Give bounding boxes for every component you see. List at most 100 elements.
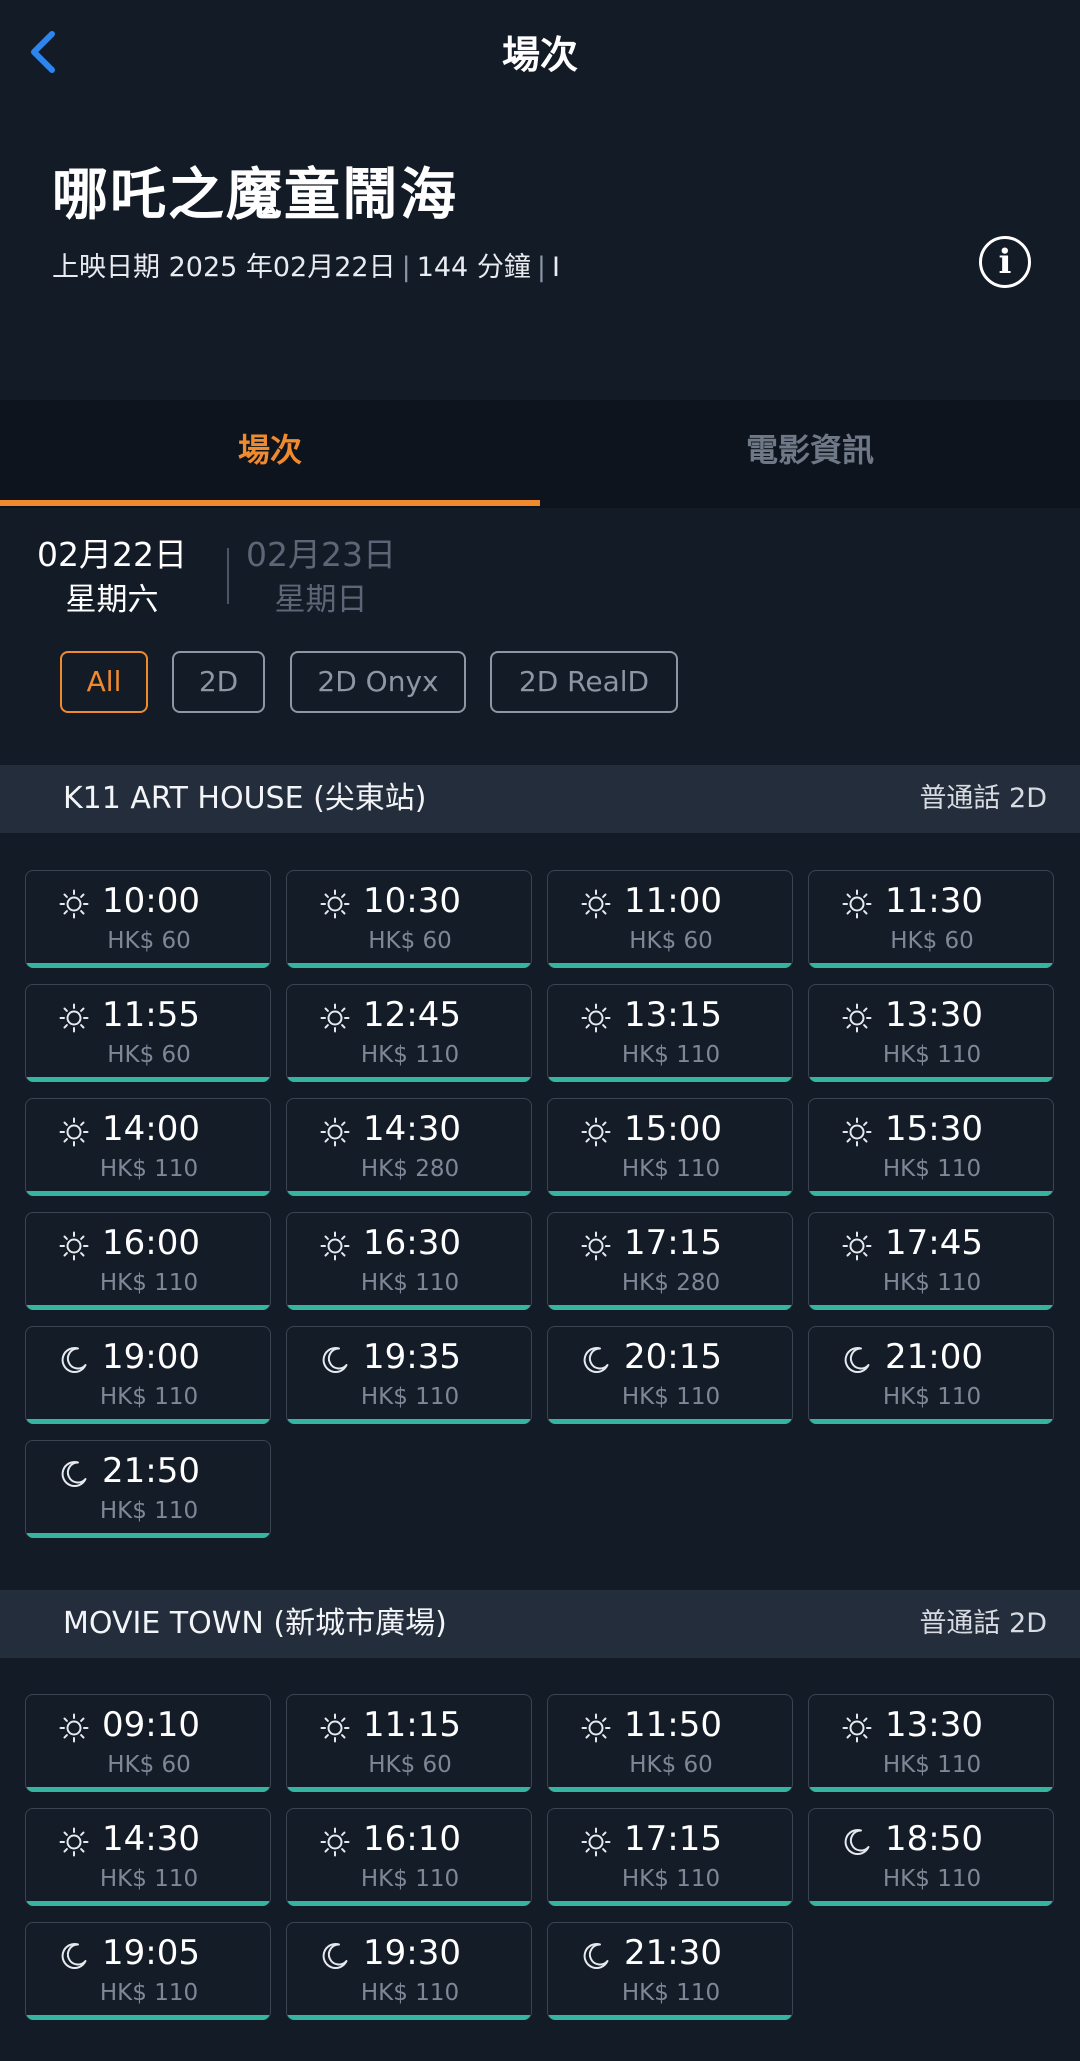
showtime-button[interactable]: 19:00 HK$ 110	[25, 1326, 271, 1424]
date-option-0223[interactable]: 02月23日 星期日	[241, 532, 401, 622]
info-icon: i	[998, 242, 1012, 282]
top-nav-bar: 場次	[0, 0, 1080, 100]
showtime-button[interactable]: 12:45 HK$ 110	[286, 984, 532, 1082]
availability-bar	[26, 1901, 270, 1906]
showtime-price: HK$ 110	[882, 1752, 982, 1778]
showtime-time: 16:10	[363, 1819, 461, 1859]
showtime-button[interactable]: 11:30 HK$ 60	[808, 870, 1054, 968]
tab-showtimes[interactable]: 場次	[0, 400, 540, 500]
showtime-button[interactable]: 15:00 HK$ 110	[547, 1098, 793, 1196]
sun-icon	[581, 889, 611, 919]
showtime-button[interactable]: 14:30 HK$ 280	[286, 1098, 532, 1196]
showtime-button[interactable]: 11:50 HK$ 60	[547, 1694, 793, 1792]
filter-2d-reald[interactable]: 2D RealD	[490, 651, 678, 713]
showtime-button[interactable]: 10:00 HK$ 60	[25, 870, 271, 968]
showtime-button[interactable]: 13:15 HK$ 110	[547, 984, 793, 1082]
meta-divider: |	[536, 252, 546, 283]
showtime-price: HK$ 60	[107, 1042, 191, 1068]
showtime-time: 13:30	[885, 995, 983, 1035]
showtime-button[interactable]: 16:00 HK$ 110	[25, 1212, 271, 1310]
showtime-price: HK$ 110	[360, 1042, 460, 1068]
active-tab-indicator	[0, 500, 540, 506]
showtime-button[interactable]: 18:50 HK$ 110	[808, 1808, 1054, 1906]
showtime-button[interactable]: 21:30 HK$ 110	[547, 1922, 793, 2020]
showtime-button[interactable]: 19:05 HK$ 110	[25, 1922, 271, 2020]
moon-icon	[581, 1941, 611, 1971]
showtime-time: 17:15	[624, 1223, 722, 1263]
showtime-time: 16:00	[102, 1223, 200, 1263]
info-button[interactable]: i	[979, 236, 1031, 288]
showtime-button[interactable]: 17:15 HK$ 110	[547, 1808, 793, 1906]
showtime-button[interactable]: 21:00 HK$ 110	[808, 1326, 1054, 1424]
showtime-button[interactable]: 16:10 HK$ 110	[286, 1808, 532, 1906]
date-divider	[227, 548, 229, 604]
sun-icon	[320, 1117, 350, 1147]
showtime-button[interactable]: 14:30 HK$ 110	[25, 1808, 271, 1906]
showtime-button[interactable]: 14:00 HK$ 110	[25, 1098, 271, 1196]
filter-all[interactable]: All	[60, 651, 148, 713]
availability-bar	[548, 1191, 792, 1196]
showtime-button[interactable]: 16:30 HK$ 110	[286, 1212, 532, 1310]
weekday-label: 星期六	[65, 582, 159, 618]
showtime-price: HK$ 110	[360, 1980, 460, 2006]
showtime-time: 11:00	[624, 881, 722, 921]
moon-icon	[59, 1459, 89, 1489]
showtime-button[interactable]: 15:30 HK$ 110	[808, 1098, 1054, 1196]
showtime-price: HK$ 110	[360, 1866, 460, 1892]
showtime-time: 19:05	[102, 1933, 200, 1973]
cinema-header: MOVIE TOWN (新城市廣場) 普通話 2D	[0, 1590, 1080, 1658]
showtime-price: HK$ 110	[99, 1270, 199, 1296]
showtime-button[interactable]: 11:00 HK$ 60	[547, 870, 793, 968]
availability-bar	[26, 1305, 270, 1310]
showtime-button[interactable]: 17:45 HK$ 110	[808, 1212, 1054, 1310]
showtime-price: HK$ 60	[107, 928, 191, 954]
cinema-name: K11 ART HOUSE (尖東站)	[63, 781, 427, 816]
sun-icon	[320, 889, 350, 919]
moon-icon	[320, 1345, 350, 1375]
availability-bar	[809, 1305, 1053, 1310]
availability-bar	[548, 1787, 792, 1792]
showtime-time: 13:15	[624, 995, 722, 1035]
showtime-button[interactable]: 19:30 HK$ 110	[286, 1922, 532, 2020]
showtime-button[interactable]: 09:10 HK$ 60	[25, 1694, 271, 1792]
availability-bar	[26, 1077, 270, 1082]
availability-bar	[548, 1305, 792, 1310]
tab-movie-info[interactable]: 電影資訊	[540, 400, 1080, 500]
showtime-button[interactable]: 13:30 HK$ 110	[808, 984, 1054, 1082]
language-format-label: 普通話 2D	[919, 783, 1047, 814]
showtime-button[interactable]: 17:15 HK$ 280	[547, 1212, 793, 1310]
showtime-price: HK$ 110	[99, 1384, 199, 1410]
showtime-button[interactable]: 13:30 HK$ 110	[808, 1694, 1054, 1792]
availability-bar	[548, 1419, 792, 1424]
showtime-price: HK$ 60	[629, 928, 713, 954]
sun-icon	[59, 1827, 89, 1857]
showtime-button[interactable]: 11:15 HK$ 60	[286, 1694, 532, 1792]
showtime-price: HK$ 110	[99, 1866, 199, 1892]
availability-bar	[809, 1901, 1053, 1906]
movie-meta: 上映日期 2025 年02月22日 | 144 分鐘 | I	[52, 245, 560, 284]
showtime-time: 15:30	[885, 1109, 983, 1149]
moon-icon	[59, 1345, 89, 1375]
showtime-button[interactable]: 20:15 HK$ 110	[547, 1326, 793, 1424]
showtime-price: HK$ 60	[890, 928, 974, 954]
showtime-button[interactable]: 21:50 HK$ 110	[25, 1440, 271, 1538]
availability-bar	[809, 1191, 1053, 1196]
showtime-time: 11:15	[363, 1705, 461, 1745]
showtime-time: 11:55	[102, 995, 200, 1035]
showtime-button[interactable]: 10:30 HK$ 60	[286, 870, 532, 968]
showtime-time: 19:30	[363, 1933, 461, 1973]
showtime-time: 12:45	[363, 995, 461, 1035]
showtime-button[interactable]: 11:55 HK$ 60	[25, 984, 271, 1082]
availability-bar	[26, 963, 270, 968]
showtime-button[interactable]: 19:35 HK$ 110	[286, 1326, 532, 1424]
tab-bar: 場次 電影資訊	[0, 400, 1080, 508]
release-date: 上映日期 2025 年02月22日	[52, 252, 396, 283]
sun-icon	[59, 1003, 89, 1033]
sun-icon	[320, 1231, 350, 1261]
showtime-time: 14:30	[363, 1109, 461, 1149]
showtime-time: 14:00	[102, 1109, 200, 1149]
date-option-0222[interactable]: 02月22日 星期六	[32, 532, 192, 622]
filter-2d-onyx[interactable]: 2D Onyx	[290, 651, 466, 713]
moon-icon	[59, 1941, 89, 1971]
filter-2d[interactable]: 2D	[172, 651, 265, 713]
